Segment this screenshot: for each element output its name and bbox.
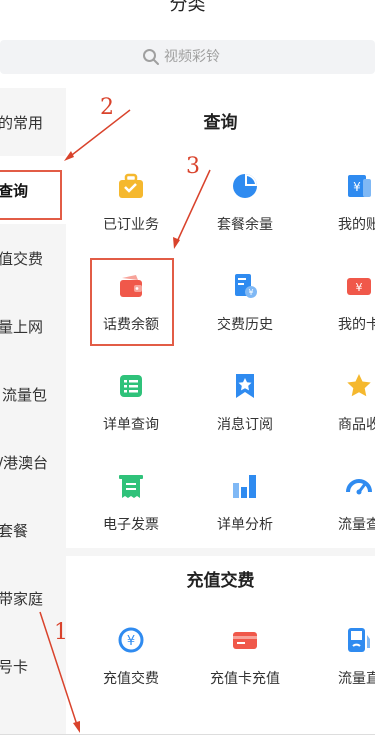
grid-item-data-topup[interactable]: 流量直	[309, 626, 375, 718]
sidebar-item-label: 量上网	[0, 318, 44, 336]
sidebar-item-frequent[interactable]: 的常用	[0, 88, 66, 156]
grid-item-label: 流量查	[338, 517, 375, 533]
payment-history-icon: ¥	[235, 274, 257, 298]
grid-item-label: 已订业务	[103, 217, 159, 233]
data-topup-icon	[348, 628, 370, 652]
sidebar-item-plan[interactable]: 套餐	[0, 496, 66, 564]
bottom-nav	[0, 734, 375, 746]
svg-text:¥: ¥	[248, 288, 253, 297]
grid-item-label: 电子发票	[103, 517, 159, 533]
list-icon	[120, 375, 142, 397]
pie-chart-icon	[233, 174, 257, 198]
search-bar: 视频彩铃	[0, 30, 375, 84]
highlight-box-phone-balance	[90, 258, 174, 346]
star-icon	[347, 374, 371, 397]
page-title: 分类	[169, 0, 206, 15]
briefcase-icon	[119, 173, 143, 198]
yuan-circle-icon: ¥	[118, 627, 144, 653]
svg-text:¥: ¥	[356, 281, 363, 294]
search-input[interactable]: 视频彩铃	[0, 40, 375, 74]
grid-item-label: 充值交费	[103, 671, 159, 687]
annotation-step-3: 3	[186, 154, 200, 179]
grid-item-label: 我的卡	[338, 317, 375, 333]
grid-item-plan-balance[interactable]: 套餐余量	[195, 172, 295, 264]
sidebar-item-hk-macau-taiwan[interactable]: /港澳台	[0, 428, 66, 496]
svg-text:¥: ¥	[353, 180, 361, 194]
sidebar-item-label: /港澳台	[0, 454, 49, 472]
recharge-card-icon	[233, 632, 257, 649]
search-icon	[143, 49, 159, 65]
annotation-step-1: 1	[54, 620, 68, 645]
arrowhead-step-1	[73, 721, 80, 733]
yuan-bill-icon: ¥	[348, 175, 371, 197]
sidebar-item-recharge[interactable]: 值交费	[0, 224, 66, 292]
search-placeholder: 视频彩铃	[164, 49, 220, 65]
grid-item-subscribed-services[interactable]: 已订业务	[81, 172, 181, 264]
section-divider	[66, 548, 375, 556]
sidebar-item-label: 带家庭	[0, 590, 44, 608]
grid-item-favorites[interactable]: 商品收	[309, 372, 375, 464]
bookmark-star-icon	[236, 374, 254, 398]
grid-item-recharge-card[interactable]: 充值卡充值	[195, 626, 295, 718]
grid-item-label: 详单分析	[217, 517, 273, 533]
grid-item-label: 消息订阅	[217, 417, 273, 433]
sidebar-item-label: 值交费	[0, 250, 44, 268]
grid-item-label: 流量直	[338, 671, 375, 687]
grid-item-message-subscription[interactable]: 消息订阅	[195, 372, 295, 464]
svg-text:¥: ¥	[127, 634, 135, 649]
grid-item-label: 充值卡充值	[210, 671, 280, 687]
grid-item-my-bill[interactable]: ¥ 我的账	[309, 172, 375, 264]
speedometer-icon	[346, 479, 372, 495]
grid-item-recharge-payment[interactable]: ¥ 充值交费	[81, 626, 181, 718]
grid-item-detail-query[interactable]: 详单查询	[81, 372, 181, 464]
sidebar-item-label: 的常用	[0, 114, 44, 132]
grid-item-my-cards[interactable]: ¥ 我的卡	[309, 272, 375, 364]
grid-item-label: 商品收	[338, 417, 375, 433]
sidebar-item-data-pack[interactable]: 流量包	[0, 360, 66, 428]
grid-item-label: 套餐余量	[217, 217, 273, 233]
grid-item-label: 我的账	[338, 217, 375, 233]
grid-item-label: 详单查询	[103, 417, 159, 433]
bar-chart-icon	[233, 475, 256, 498]
highlight-box-sidebar-query	[0, 170, 62, 220]
annotation-step-2: 2	[100, 95, 114, 120]
sidebar-item-data[interactable]: 量上网	[0, 292, 66, 360]
sidebar-item-label: 号卡	[0, 658, 29, 676]
yuan-card-icon: ¥	[347, 278, 371, 295]
section-title-recharge: 充值交费	[186, 571, 255, 591]
sidebar-item-label: 流量包	[2, 386, 48, 404]
top-bar: 分类	[0, 0, 375, 30]
invoice-icon	[119, 475, 143, 498]
sidebar-item-label: 套餐	[0, 522, 29, 540]
grid-item-label: 交费历史	[217, 317, 273, 333]
grid-item-payment-history[interactable]: ¥ 交费历史	[195, 272, 295, 364]
